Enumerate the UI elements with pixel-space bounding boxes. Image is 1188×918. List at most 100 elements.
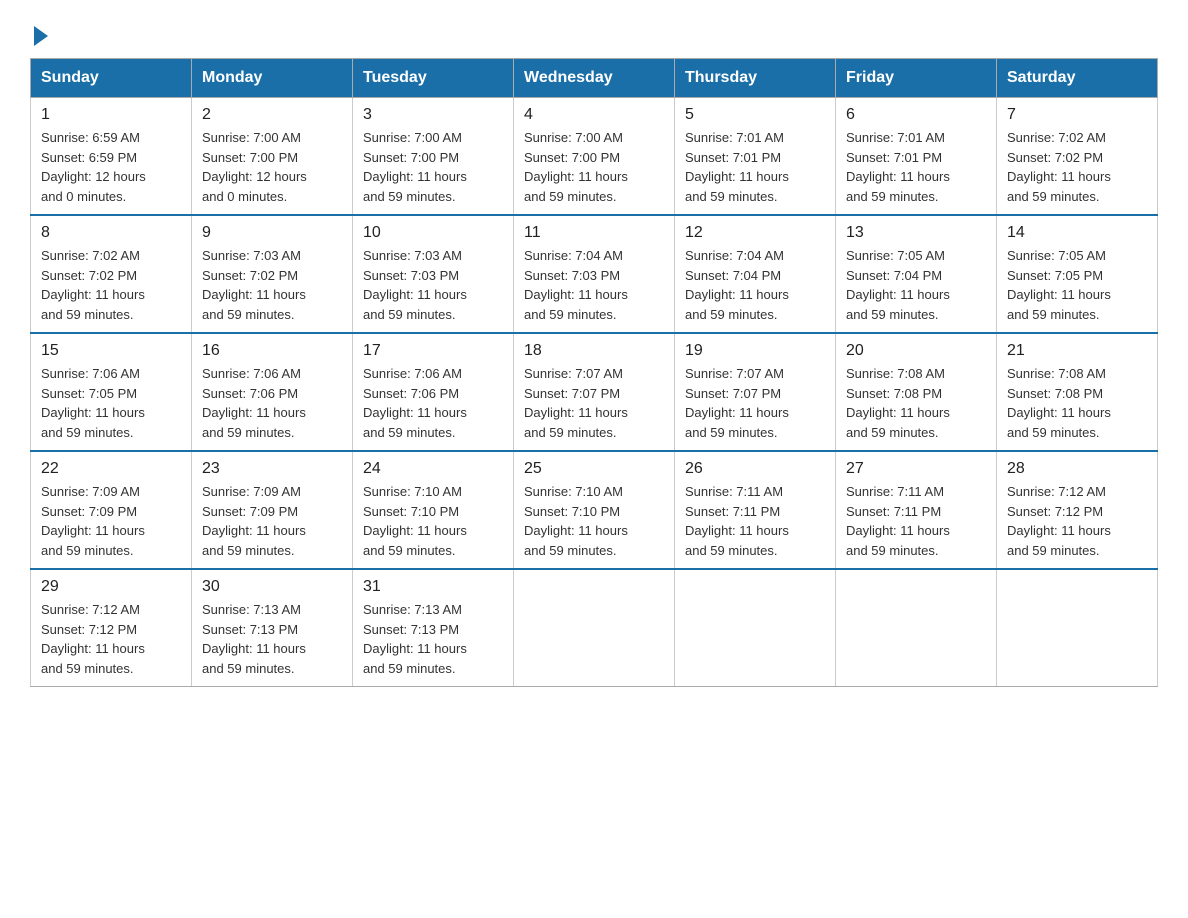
- day-info: Sunrise: 7:11 AMSunset: 7:11 PMDaylight:…: [685, 484, 789, 558]
- day-info: Sunrise: 7:08 AMSunset: 7:08 PMDaylight:…: [1007, 366, 1111, 440]
- day-info: Sunrise: 7:13 AMSunset: 7:13 PMDaylight:…: [202, 602, 306, 676]
- day-info: Sunrise: 7:06 AMSunset: 7:05 PMDaylight:…: [41, 366, 145, 440]
- day-info: Sunrise: 7:01 AMSunset: 7:01 PMDaylight:…: [685, 130, 789, 204]
- calendar-day-cell: 19 Sunrise: 7:07 AMSunset: 7:07 PMDaylig…: [675, 333, 836, 451]
- day-info: Sunrise: 7:12 AMSunset: 7:12 PMDaylight:…: [1007, 484, 1111, 558]
- calendar-week-row: 15 Sunrise: 7:06 AMSunset: 7:05 PMDaylig…: [31, 333, 1158, 451]
- calendar-day-cell: 2 Sunrise: 7:00 AMSunset: 7:00 PMDayligh…: [192, 98, 353, 216]
- day-number: 21: [1007, 342, 1147, 360]
- calendar-table: SundayMondayTuesdayWednesdayThursdayFrid…: [30, 58, 1158, 687]
- calendar-day-cell: 12 Sunrise: 7:04 AMSunset: 7:04 PMDaylig…: [675, 215, 836, 333]
- day-info: Sunrise: 7:06 AMSunset: 7:06 PMDaylight:…: [363, 366, 467, 440]
- day-info: Sunrise: 6:59 AMSunset: 6:59 PMDaylight:…: [41, 130, 146, 204]
- day-number: 23: [202, 460, 342, 478]
- page-header: [30, 20, 1158, 42]
- calendar-day-cell: [836, 569, 997, 687]
- calendar-day-cell: 11 Sunrise: 7:04 AMSunset: 7:03 PMDaylig…: [514, 215, 675, 333]
- day-number: 14: [1007, 224, 1147, 242]
- day-info: Sunrise: 7:03 AMSunset: 7:03 PMDaylight:…: [363, 248, 467, 322]
- day-number: 18: [524, 342, 664, 360]
- day-number: 12: [685, 224, 825, 242]
- calendar-day-cell: 16 Sunrise: 7:06 AMSunset: 7:06 PMDaylig…: [192, 333, 353, 451]
- day-number: 31: [363, 578, 503, 596]
- day-info: Sunrise: 7:08 AMSunset: 7:08 PMDaylight:…: [846, 366, 950, 440]
- calendar-week-row: 29 Sunrise: 7:12 AMSunset: 7:12 PMDaylig…: [31, 569, 1158, 687]
- day-number: 4: [524, 106, 664, 124]
- day-number: 11: [524, 224, 664, 242]
- calendar-day-cell: [514, 569, 675, 687]
- day-number: 7: [1007, 106, 1147, 124]
- calendar-week-row: 22 Sunrise: 7:09 AMSunset: 7:09 PMDaylig…: [31, 451, 1158, 569]
- day-number: 17: [363, 342, 503, 360]
- day-info: Sunrise: 7:01 AMSunset: 7:01 PMDaylight:…: [846, 130, 950, 204]
- day-number: 20: [846, 342, 986, 360]
- calendar-day-cell: 31 Sunrise: 7:13 AMSunset: 7:13 PMDaylig…: [353, 569, 514, 687]
- day-info: Sunrise: 7:09 AMSunset: 7:09 PMDaylight:…: [41, 484, 145, 558]
- logo: [30, 30, 48, 42]
- calendar-week-row: 1 Sunrise: 6:59 AMSunset: 6:59 PMDayligh…: [31, 98, 1158, 216]
- day-number: 24: [363, 460, 503, 478]
- day-number: 1: [41, 106, 181, 124]
- weekday-header-friday: Friday: [836, 59, 997, 98]
- weekday-header-saturday: Saturday: [997, 59, 1158, 98]
- calendar-day-cell: 17 Sunrise: 7:06 AMSunset: 7:06 PMDaylig…: [353, 333, 514, 451]
- weekday-header-sunday: Sunday: [31, 59, 192, 98]
- calendar-day-cell: 9 Sunrise: 7:03 AMSunset: 7:02 PMDayligh…: [192, 215, 353, 333]
- day-number: 19: [685, 342, 825, 360]
- calendar-day-cell: [675, 569, 836, 687]
- day-number: 16: [202, 342, 342, 360]
- day-number: 22: [41, 460, 181, 478]
- logo-arrow-icon: [34, 26, 48, 46]
- day-number: 28: [1007, 460, 1147, 478]
- day-number: 13: [846, 224, 986, 242]
- day-info: Sunrise: 7:02 AMSunset: 7:02 PMDaylight:…: [41, 248, 145, 322]
- calendar-day-cell: 14 Sunrise: 7:05 AMSunset: 7:05 PMDaylig…: [997, 215, 1158, 333]
- calendar-day-cell: 29 Sunrise: 7:12 AMSunset: 7:12 PMDaylig…: [31, 569, 192, 687]
- calendar-day-cell: 26 Sunrise: 7:11 AMSunset: 7:11 PMDaylig…: [675, 451, 836, 569]
- calendar-day-cell: 20 Sunrise: 7:08 AMSunset: 7:08 PMDaylig…: [836, 333, 997, 451]
- calendar-day-cell: 21 Sunrise: 7:08 AMSunset: 7:08 PMDaylig…: [997, 333, 1158, 451]
- calendar-day-cell: 5 Sunrise: 7:01 AMSunset: 7:01 PMDayligh…: [675, 98, 836, 216]
- calendar-day-cell: 10 Sunrise: 7:03 AMSunset: 7:03 PMDaylig…: [353, 215, 514, 333]
- calendar-day-cell: 15 Sunrise: 7:06 AMSunset: 7:05 PMDaylig…: [31, 333, 192, 451]
- weekday-header-monday: Monday: [192, 59, 353, 98]
- calendar-day-cell: 3 Sunrise: 7:00 AMSunset: 7:00 PMDayligh…: [353, 98, 514, 216]
- day-number: 3: [363, 106, 503, 124]
- day-number: 30: [202, 578, 342, 596]
- day-number: 9: [202, 224, 342, 242]
- weekday-header-thursday: Thursday: [675, 59, 836, 98]
- calendar-day-cell: 18 Sunrise: 7:07 AMSunset: 7:07 PMDaylig…: [514, 333, 675, 451]
- day-info: Sunrise: 7:11 AMSunset: 7:11 PMDaylight:…: [846, 484, 950, 558]
- calendar-day-cell: 23 Sunrise: 7:09 AMSunset: 7:09 PMDaylig…: [192, 451, 353, 569]
- calendar-day-cell: 7 Sunrise: 7:02 AMSunset: 7:02 PMDayligh…: [997, 98, 1158, 216]
- calendar-day-cell: [997, 569, 1158, 687]
- calendar-day-cell: 22 Sunrise: 7:09 AMSunset: 7:09 PMDaylig…: [31, 451, 192, 569]
- day-number: 10: [363, 224, 503, 242]
- day-number: 8: [41, 224, 181, 242]
- day-info: Sunrise: 7:03 AMSunset: 7:02 PMDaylight:…: [202, 248, 306, 322]
- day-info: Sunrise: 7:13 AMSunset: 7:13 PMDaylight:…: [363, 602, 467, 676]
- day-info: Sunrise: 7:04 AMSunset: 7:04 PMDaylight:…: [685, 248, 789, 322]
- weekday-header-wednesday: Wednesday: [514, 59, 675, 98]
- day-info: Sunrise: 7:10 AMSunset: 7:10 PMDaylight:…: [363, 484, 467, 558]
- calendar-week-row: 8 Sunrise: 7:02 AMSunset: 7:02 PMDayligh…: [31, 215, 1158, 333]
- day-number: 6: [846, 106, 986, 124]
- day-info: Sunrise: 7:06 AMSunset: 7:06 PMDaylight:…: [202, 366, 306, 440]
- calendar-day-cell: 13 Sunrise: 7:05 AMSunset: 7:04 PMDaylig…: [836, 215, 997, 333]
- day-number: 5: [685, 106, 825, 124]
- day-info: Sunrise: 7:05 AMSunset: 7:05 PMDaylight:…: [1007, 248, 1111, 322]
- day-info: Sunrise: 7:04 AMSunset: 7:03 PMDaylight:…: [524, 248, 628, 322]
- day-number: 2: [202, 106, 342, 124]
- calendar-day-cell: 28 Sunrise: 7:12 AMSunset: 7:12 PMDaylig…: [997, 451, 1158, 569]
- weekday-header-tuesday: Tuesday: [353, 59, 514, 98]
- calendar-day-cell: 1 Sunrise: 6:59 AMSunset: 6:59 PMDayligh…: [31, 98, 192, 216]
- day-info: Sunrise: 7:00 AMSunset: 7:00 PMDaylight:…: [524, 130, 628, 204]
- calendar-day-cell: 30 Sunrise: 7:13 AMSunset: 7:13 PMDaylig…: [192, 569, 353, 687]
- weekday-header-row: SundayMondayTuesdayWednesdayThursdayFrid…: [31, 59, 1158, 98]
- day-info: Sunrise: 7:05 AMSunset: 7:04 PMDaylight:…: [846, 248, 950, 322]
- day-info: Sunrise: 7:09 AMSunset: 7:09 PMDaylight:…: [202, 484, 306, 558]
- day-number: 25: [524, 460, 664, 478]
- day-info: Sunrise: 7:00 AMSunset: 7:00 PMDaylight:…: [202, 130, 307, 204]
- day-info: Sunrise: 7:07 AMSunset: 7:07 PMDaylight:…: [524, 366, 628, 440]
- day-info: Sunrise: 7:10 AMSunset: 7:10 PMDaylight:…: [524, 484, 628, 558]
